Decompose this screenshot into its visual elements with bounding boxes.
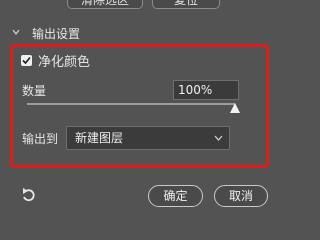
amount-slider-track[interactable] <box>27 103 235 105</box>
chevron-down-icon <box>214 135 223 141</box>
chevron-down-icon <box>12 29 20 35</box>
undo-arrow-icon[interactable] <box>21 187 37 203</box>
output-to-value: 新建图层 <box>75 131 124 145</box>
checkmark-icon <box>22 56 31 65</box>
output-to-label: 输出到 <box>22 132 59 146</box>
amount-input[interactable]: 100% <box>173 80 239 100</box>
output-to-select[interactable]: 新建图层 <box>66 126 230 150</box>
amount-slider-fill <box>27 103 235 105</box>
decontaminate-colors-label: 净化颜色 <box>38 55 91 70</box>
clear-selection-button[interactable]: 清除选区 <box>67 0 143 9</box>
decontaminate-colors-row[interactable]: 净化颜色 <box>21 51 90 70</box>
ok-button[interactable]: 确定 <box>148 185 203 207</box>
section-title: 输出设置 <box>32 27 81 41</box>
cancel-button[interactable]: 取消 <box>214 185 268 207</box>
decontaminate-colors-checkbox[interactable] <box>21 55 32 66</box>
output-settings-header[interactable]: 输出设置 <box>12 25 80 42</box>
amount-slider-thumb[interactable] <box>230 103 240 113</box>
amount-label: 数量 <box>22 84 47 98</box>
reset-button[interactable]: 复位 <box>152 0 220 9</box>
